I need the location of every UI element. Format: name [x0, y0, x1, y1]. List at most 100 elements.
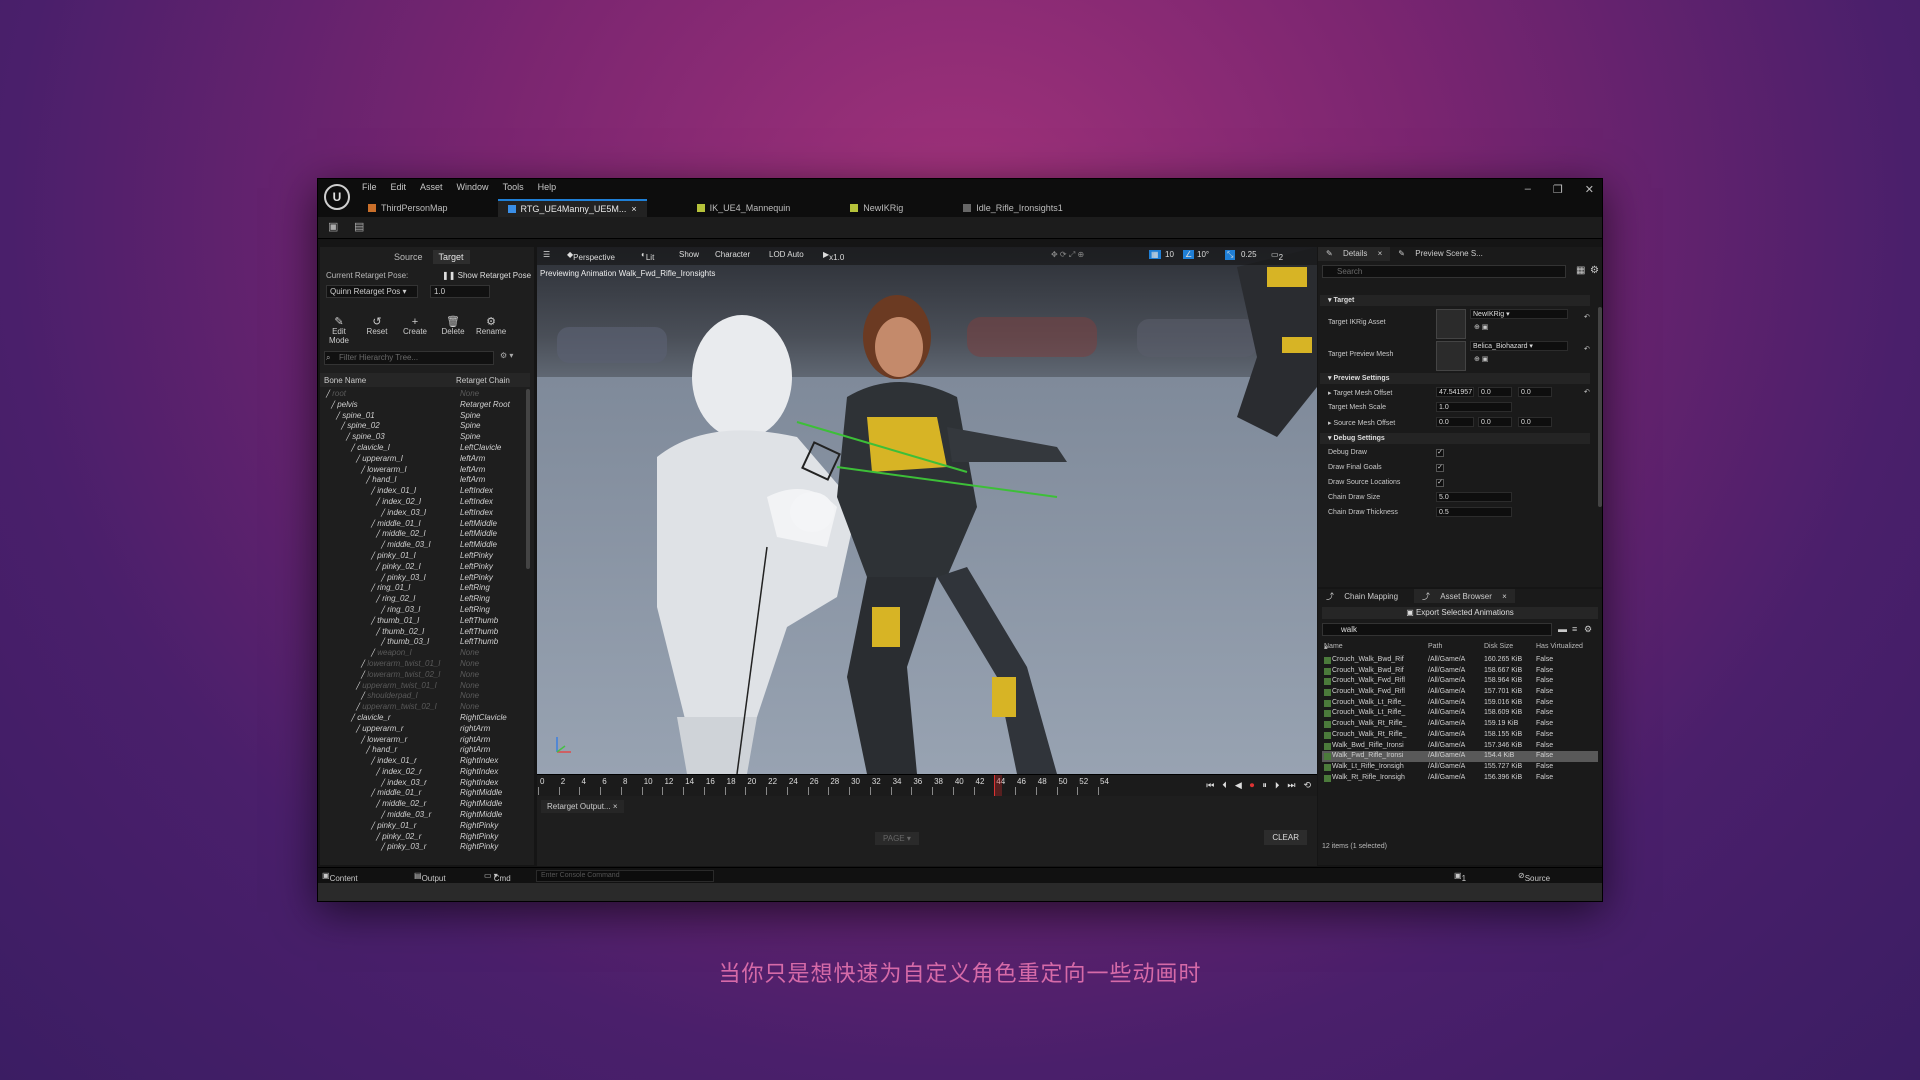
asset-row[interactable]: Crouch_Walk_Rt_Rifle_ /All/Game/A 158.155 … [1322, 730, 1598, 741]
play-reverse-icon[interactable]: ◀ [1235, 780, 1242, 791]
tab-rtg[interactable]: RTG_UE4Manny_UE5M... × [497, 199, 647, 217]
settings-icon[interactable]: ⚙ [1584, 624, 1592, 635]
target-mesh-scale-field[interactable]: 1.0 [1436, 402, 1512, 412]
character-button[interactable]: Character [715, 250, 750, 259]
tree-row[interactable]: hand_l leftArm [320, 475, 524, 486]
pose-blend-field[interactable]: 1.0 [430, 285, 490, 298]
menu-window[interactable]: Window [457, 182, 489, 192]
tree-row[interactable]: middle_03_l LeftMiddle [320, 540, 524, 551]
tree-scrollbar[interactable] [526, 389, 530, 569]
delete-button[interactable]: 🗑 Delete [438, 317, 468, 345]
tree-row[interactable]: middle_02_r RightMiddle [320, 799, 524, 810]
asset-search-input[interactable]: walk [1322, 623, 1552, 636]
tree-row[interactable]: index_02_r RightIndex [320, 767, 524, 778]
details-search-input[interactable]: Search [1322, 265, 1566, 278]
tree-row[interactable]: shoulderpad_l None [320, 691, 524, 702]
tree-row[interactable]: hand_r rightArm [320, 745, 524, 756]
reset-arrow-icon[interactable]: ↶ [1584, 313, 1590, 321]
tree-row[interactable]: weapon_l None [320, 648, 524, 659]
asset-row[interactable]: Walk_Bwd_Rifle_Ironsi/All/Game/A 157.346 … [1322, 741, 1598, 752]
settings-icon[interactable]: ⚙ [1590, 265, 1599, 276]
play-speed-button[interactable]: ▶ x1.0 [823, 250, 844, 262]
browse-asset-icon[interactable]: ⊕ ▣ [1474, 323, 1488, 331]
col-disk-size[interactable]: Disk Size [1484, 643, 1513, 650]
tab-ik-ue4-mannequin[interactable]: IK_UE4_Mannequin [687, 199, 801, 217]
grid-snap-value[interactable]: 10 [1165, 250, 1174, 259]
scale-snap-value[interactable]: 0.25 [1241, 250, 1257, 259]
asset-row[interactable]: Crouch_Walk_Bwd_Rif/All/Game/A 160.265 Ki… [1322, 655, 1598, 666]
grid-snap-icon[interactable]: ▦ [1149, 250, 1161, 259]
tree-row[interactable]: pinky_03_r RightPinky [320, 842, 524, 853]
hierarchy-filter-input[interactable]: Filter Hierarchy Tree... [324, 351, 494, 365]
content-drawer-button[interactable]: ▣ Content Drawer [322, 871, 358, 892]
tab-newikrig[interactable]: NewIKRig [840, 199, 913, 217]
menu-asset[interactable]: Asset [420, 182, 443, 192]
tree-row[interactable]: index_03_l LeftIndex [320, 508, 524, 519]
tab-chain-mapping[interactable]: ⤴ Chain Mapping [1318, 589, 1414, 603]
tree-row[interactable]: upperarm_twist_02_l None [320, 702, 524, 713]
asset-row[interactable]: Crouch_Walk_Lt_Rifle_ /All/Game/A 159.016 … [1322, 698, 1598, 709]
source-control-button[interactable]: ⊘ Source Control [1518, 871, 1551, 892]
tree-row[interactable]: upperarm_l leftArm [320, 454, 524, 465]
angle-snap-value[interactable]: 10° [1197, 250, 1209, 259]
col-has-virtualized[interactable]: Has Virtualized [1536, 643, 1583, 650]
chain-draw-size-field[interactable]: 5.0 [1436, 492, 1512, 502]
step-forward-icon[interactable]: ⏵ [1275, 780, 1280, 791]
tab-target[interactable]: Target [432, 250, 470, 264]
tree-row[interactable]: index_01_l LeftIndex [320, 486, 524, 497]
close-window-icon[interactable]: ✕ [1585, 183, 1594, 196]
perspective-button[interactable]: ◆ Perspective [567, 250, 615, 262]
clear-button[interactable]: CLEAR [1264, 830, 1307, 845]
tree-row[interactable]: index_02_l LeftIndex [320, 497, 524, 508]
tree-row[interactable]: index_03_r RightIndex [320, 778, 524, 789]
page-button[interactable]: PAGE ▾ [875, 832, 919, 845]
tab-source[interactable]: Source [388, 250, 429, 264]
tree-row[interactable]: thumb_03_l LeftThumb [320, 637, 524, 648]
retarget-output-tab[interactable]: Retarget Output... × [541, 800, 624, 813]
browse-icon[interactable]: ▤ [354, 221, 366, 233]
col-retarget-chain[interactable]: Retarget Chain [456, 376, 510, 385]
transform-tools-icon[interactable]: ✥ ⟳ ⤢ ⊕ [1051, 250, 1084, 260]
step-back-icon[interactable]: ⏴ [1222, 780, 1227, 791]
viewport[interactable]: ☰ ◆ Perspective ◐ Lit Show Character LOD… [537, 247, 1317, 774]
viewport-menu-icon[interactable]: ☰ [543, 250, 550, 259]
filter-icon[interactable]: ≡ [1572, 624, 1577, 634]
asset-row[interactable]: Walk_Lt_Rifle_Ironsigh/All/Game/A 155.727… [1322, 762, 1598, 773]
menu-help[interactable]: Help [538, 182, 557, 192]
asset-row[interactable]: Walk_Fwd_Rifle_Ironsi/All/Game/A 154.4 Ki… [1322, 751, 1598, 762]
section-debug-settings[interactable]: ▾ Debug Settings [1320, 433, 1590, 444]
target-offset-z[interactable]: 0.0 [1518, 387, 1552, 397]
tree-row[interactable]: middle_02_l LeftMiddle [320, 529, 524, 540]
tree-row[interactable]: thumb_02_l LeftThumb [320, 627, 524, 638]
show-retarget-pose-button[interactable]: ❚❚ Show Retarget Pose [442, 271, 531, 280]
tree-row[interactable]: middle_03_r RightMiddle [320, 810, 524, 821]
section-preview-settings[interactable]: ▾ Preview Settings [1320, 373, 1590, 384]
target-ikrig-select[interactable]: NewIKRig ▾ [1470, 309, 1568, 319]
asset-row[interactable]: Crouch_Walk_Bwd_Rif/All/Game/A 158.667 Ki… [1322, 666, 1598, 677]
tree-row[interactable]: lowerarm_l leftArm [320, 465, 524, 476]
tree-row[interactable]: upperarm_twist_01_l None [320, 681, 524, 692]
source-offset-x[interactable]: 0.0 [1436, 417, 1474, 427]
reset-arrow-icon[interactable]: ↶ [1584, 345, 1590, 353]
tree-row[interactable]: pelvis Retarget Root [320, 400, 524, 411]
tree-row[interactable]: upperarm_r rightArm [320, 724, 524, 735]
tree-row[interactable]: index_01_r RightIndex [320, 756, 524, 767]
col-bone-name[interactable]: Bone Name [324, 376, 366, 385]
tab-preview-scene[interactable]: ✎ Preview Scene S... [1390, 247, 1499, 261]
tab-asset-browser[interactable]: ⤴ Asset Browser × [1414, 589, 1515, 603]
details-scrollbar[interactable] [1598, 307, 1602, 507]
tree-row[interactable]: spine_03 Spine [320, 432, 524, 443]
tree-row[interactable]: clavicle_r RightClavicle [320, 713, 524, 724]
tree-row[interactable]: pinky_02_l LeftPinky [320, 562, 524, 573]
asset-row[interactable]: Crouch_Walk_Fwd_Rifl/All/Game/A 157.701 K… [1322, 687, 1598, 698]
tree-row[interactable]: ring_02_l LeftRing [320, 594, 524, 605]
timeline[interactable]: 0 2 4 6 8 10 12 14 16 18 20 22 24 26 28 30 32 34 36 38 40 42 4… [537, 774, 1317, 797]
tree-row[interactable]: lowerarm_twist_01_l None [320, 659, 524, 670]
debug-draw-checkbox[interactable]: ✓ [1436, 449, 1444, 457]
camera-speed-icon[interactable]: ▭ 2 [1271, 250, 1283, 262]
angle-snap-icon[interactable]: ∠ [1183, 250, 1195, 259]
tree-row[interactable]: lowerarm_r rightArm [320, 735, 524, 746]
col-path[interactable]: Path [1428, 643, 1442, 650]
menu-file[interactable]: File [362, 182, 377, 192]
menu-tools[interactable]: Tools [503, 182, 524, 192]
